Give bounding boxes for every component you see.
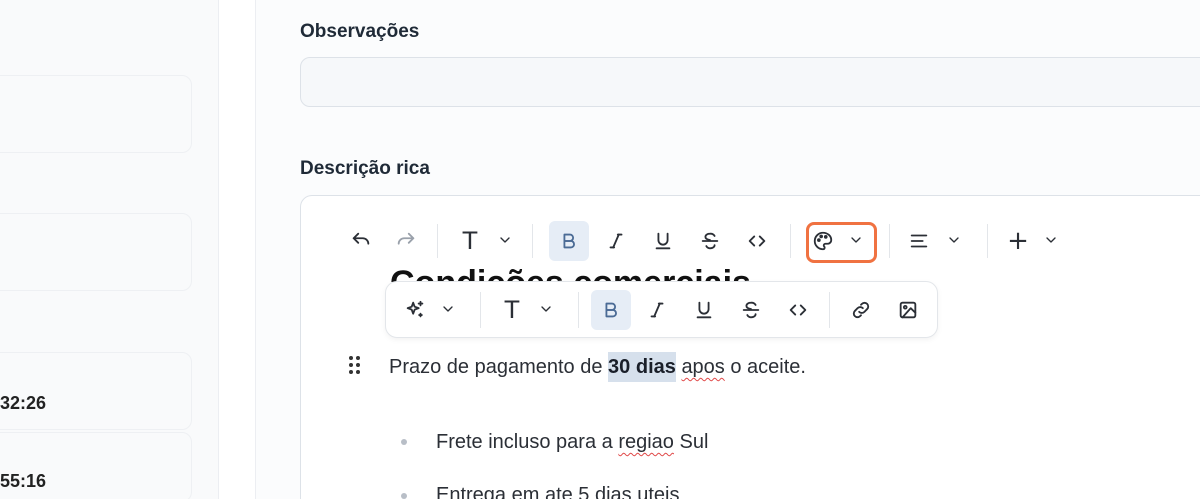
list-item-text: Frete incluso para a bbox=[436, 431, 619, 453]
insert-button[interactable]: + bbox=[998, 221, 1038, 261]
text-type-dropdown[interactable] bbox=[497, 232, 513, 253]
undo-icon bbox=[352, 232, 370, 245]
left-panel: 32:26 55:16 bbox=[0, 0, 218, 499]
chevron-down-icon bbox=[443, 306, 453, 312]
align-button[interactable] bbox=[899, 221, 939, 261]
toolbar-divider bbox=[987, 224, 988, 258]
strikethrough-icon bbox=[701, 232, 719, 250]
bubble-text-type-button[interactable]: T bbox=[492, 290, 532, 330]
list-bullet bbox=[401, 493, 407, 499]
underline-button[interactable] bbox=[643, 221, 683, 261]
middle-strip bbox=[219, 0, 255, 499]
descricao-label: Descrição rica bbox=[300, 158, 430, 179]
code-icon bbox=[748, 235, 766, 247]
bubble-code-button[interactable] bbox=[778, 290, 818, 330]
insert-dropdown[interactable] bbox=[1043, 232, 1059, 253]
bubble-image-button[interactable] bbox=[888, 290, 928, 330]
code-icon bbox=[789, 304, 807, 316]
bubble-divider bbox=[480, 292, 481, 328]
ai-sparkles-icon bbox=[406, 300, 424, 318]
ai-dropdown[interactable] bbox=[440, 301, 456, 322]
left-time: 32:26 bbox=[0, 393, 47, 413]
underline-icon bbox=[696, 301, 712, 319]
undo-button[interactable] bbox=[341, 221, 381, 261]
bubble-divider bbox=[829, 292, 830, 328]
bold-icon bbox=[563, 233, 575, 249]
toolbar-divider bbox=[889, 224, 890, 258]
strikethrough-button[interactable] bbox=[690, 221, 730, 261]
redo-button[interactable] bbox=[386, 221, 426, 261]
italic-icon bbox=[650, 302, 664, 318]
chevron-down-icon bbox=[1046, 237, 1056, 243]
align-dropdown[interactable] bbox=[946, 232, 962, 253]
plus-icon: + bbox=[1007, 226, 1029, 256]
left-time: 55:16 bbox=[0, 471, 47, 491]
left-card[interactable] bbox=[0, 352, 192, 430]
italic-button[interactable] bbox=[596, 221, 636, 261]
paragraph-text: o aceite. bbox=[724, 356, 806, 378]
chevron-down-icon bbox=[500, 237, 510, 243]
bubble-underline-button[interactable] bbox=[684, 290, 724, 330]
bold-icon bbox=[605, 302, 617, 318]
list-item-text: Entrega em ate 5 dias uteis bbox=[436, 484, 680, 499]
list-bullet bbox=[401, 439, 407, 445]
drag-handle-icon[interactable] bbox=[349, 356, 361, 376]
list-item[interactable]: Frete incluso para a regiao Sul bbox=[436, 431, 708, 454]
bubble-text-type-dropdown[interactable] bbox=[538, 301, 554, 322]
toolbar-divider bbox=[437, 224, 438, 258]
observacoes-label: Observações bbox=[300, 21, 420, 42]
left-card[interactable] bbox=[0, 213, 192, 291]
observacoes-input[interactable] bbox=[300, 57, 1200, 107]
bubble-divider bbox=[578, 292, 579, 328]
toolbar-divider bbox=[790, 224, 791, 258]
chevron-down-icon bbox=[541, 306, 551, 312]
bubble-link-button[interactable] bbox=[841, 290, 881, 330]
text-type-icon: T bbox=[504, 296, 520, 324]
editor-heading: Condições comerciais bbox=[390, 268, 751, 282]
italic-icon bbox=[609, 233, 623, 249]
paragraph-text: Prazo de pagamento de bbox=[389, 356, 609, 378]
code-button[interactable] bbox=[737, 221, 777, 261]
misspelled-word: regiao bbox=[618, 431, 674, 453]
text-type-icon: T bbox=[462, 227, 478, 255]
redo-icon bbox=[397, 232, 415, 245]
focus-highlight bbox=[806, 222, 877, 263]
chevron-down-icon bbox=[949, 237, 959, 243]
toolbar-divider bbox=[532, 224, 533, 258]
editor-paragraph[interactable]: Prazo de pagamento de 30 dias apos o ace… bbox=[389, 352, 806, 382]
selected-bold-text: 30 dias bbox=[608, 352, 676, 382]
left-card[interactable] bbox=[0, 75, 192, 153]
underline-icon bbox=[655, 232, 671, 250]
bubble-bold-button[interactable] bbox=[591, 290, 631, 330]
link-icon bbox=[852, 301, 870, 319]
bubble-strikethrough-button[interactable] bbox=[731, 290, 771, 330]
align-icon bbox=[910, 234, 928, 248]
ai-button[interactable] bbox=[395, 290, 435, 330]
bubble-italic-button[interactable] bbox=[637, 290, 677, 330]
strikethrough-icon bbox=[742, 301, 760, 319]
list-item-text: Sul bbox=[673, 431, 709, 453]
text-type-button[interactable]: T bbox=[450, 221, 490, 261]
image-icon bbox=[899, 301, 917, 319]
misspelled-word: apos bbox=[681, 356, 725, 378]
bold-button[interactable] bbox=[549, 221, 589, 261]
list-item[interactable]: Entrega em ate 5 dias uteis bbox=[436, 484, 679, 499]
